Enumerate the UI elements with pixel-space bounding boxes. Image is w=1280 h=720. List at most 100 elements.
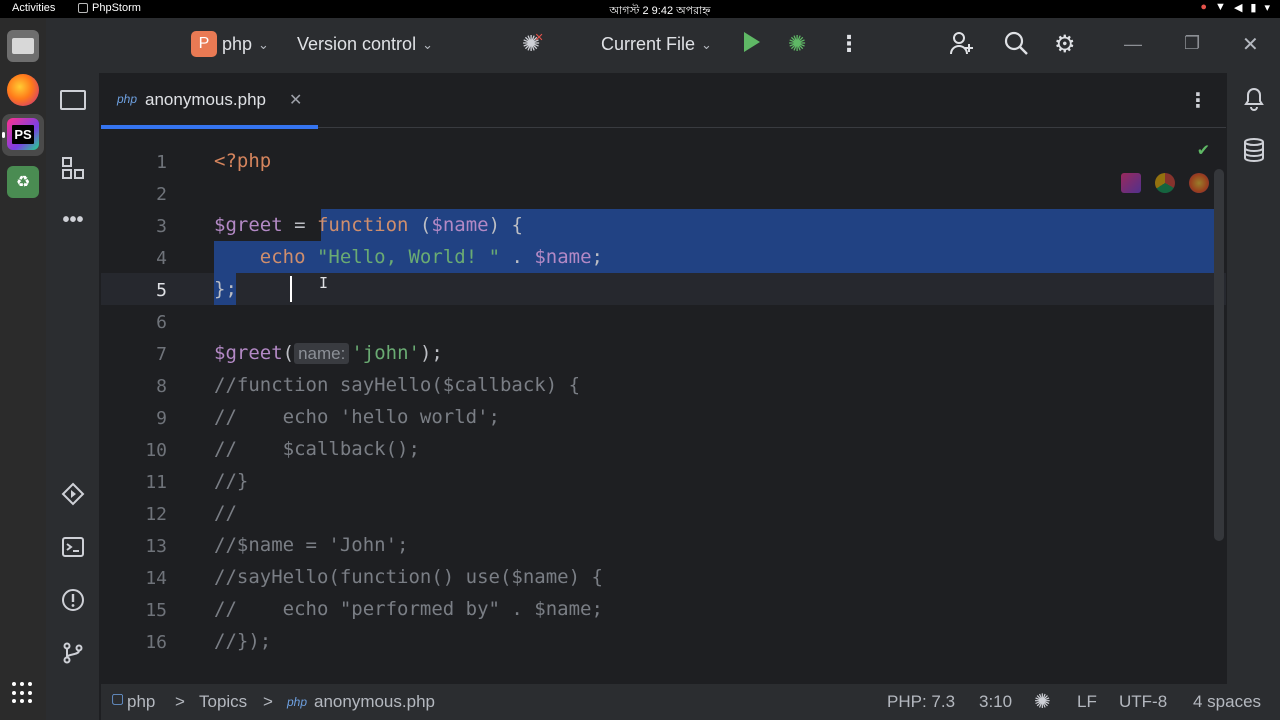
system-tray[interactable]: ● ▼ ◀ ▮ ▾	[1200, 1, 1270, 14]
line-number[interactable]: 15	[117, 600, 167, 621]
php-file-icon: php	[287, 695, 308, 709]
run-icon[interactable]	[744, 32, 760, 52]
code-token: $name	[431, 214, 489, 236]
files-app-icon[interactable]	[7, 30, 39, 62]
parameter-name-hint: name:	[294, 343, 350, 364]
active-app-menu[interactable]: PhpStorm	[78, 2, 141, 14]
phpstorm-browser-icon[interactable]	[1121, 173, 1141, 193]
line-number[interactable]: 4	[117, 248, 167, 269]
search-icon[interactable]	[1003, 30, 1029, 56]
editor-tab-anonymous-php[interactable]: php anonymous.php ✕	[101, 73, 318, 129]
mouse-ibeam-cursor: I	[319, 274, 329, 292]
php-file-icon: php	[117, 92, 138, 106]
indent-setting[interactable]: 4 spaces	[1193, 692, 1261, 712]
terminal-icon[interactable]	[60, 534, 86, 560]
line-number[interactable]: 16	[117, 632, 167, 653]
minimize-window-icon[interactable]: —	[1124, 34, 1142, 55]
code-token: $greet	[214, 342, 283, 364]
debug-listener-icon[interactable]: ✺	[1034, 689, 1051, 714]
add-user-icon[interactable]	[949, 30, 975, 56]
more-tool-windows-icon[interactable]: •••	[60, 207, 86, 233]
debug-icon[interactable]: ✺	[788, 31, 806, 57]
editor-tab-bar: php anonymous.php ✕ ⋮	[101, 73, 1226, 129]
phpstorm-app-icon[interactable]: PS	[7, 118, 39, 150]
firefox-browser-icon[interactable]	[1189, 173, 1209, 193]
code-token: 'john'	[351, 342, 420, 364]
code-token: ) {	[488, 214, 523, 236]
line-number[interactable]: 6	[117, 312, 167, 333]
main-menu-icon[interactable]	[136, 35, 158, 55]
battery-icon: ▮	[1250, 2, 1257, 14]
code-token: (	[408, 214, 432, 236]
line-number[interactable]: 12	[117, 504, 167, 525]
line-number[interactable]: 7	[117, 344, 167, 365]
chevron-down-icon: ⌄	[422, 36, 433, 52]
line-number[interactable]: 5	[117, 280, 167, 301]
php-open-tag: <?php	[214, 150, 272, 172]
code-token: function	[316, 214, 409, 236]
active-app-name: PhpStorm	[92, 2, 141, 14]
notifications-bell-icon[interactable]	[1241, 85, 1267, 111]
chrome-browser-icon[interactable]	[1155, 173, 1175, 193]
restore-window-icon[interactable]: ❐	[1184, 33, 1200, 54]
main-toolbar: P php ⌄ Version control ⌄ ✺ ✕ Current Fil…	[46, 18, 1280, 73]
breadcrumb-file[interactable]: anonymous.php	[314, 692, 435, 712]
activities-button[interactable]: Activities	[12, 2, 55, 14]
show-applications-icon[interactable]	[12, 682, 34, 704]
close-window-icon[interactable]: ✕	[1242, 32, 1259, 57]
line-separator[interactable]: LF	[1077, 692, 1097, 712]
version-control-menu[interactable]: Version control ⌄	[297, 34, 433, 55]
project-selector[interactable]: php ⌄	[222, 34, 269, 55]
system-top-bar: Activities PhpStorm আগস্ট 2 9:42 অপরাহ্ন…	[0, 0, 1280, 18]
code-editor[interactable]: 1 2 3 4 5 6 7 8 9 10 11 12 13 14 15 16 <?php $greet = f…	[101, 129, 1226, 666]
code-line-3: $greet = function ($name) {	[214, 209, 523, 241]
php-language-level[interactable]: PHP: 7.3	[887, 692, 955, 712]
right-tool-strip	[1226, 73, 1280, 720]
caret-position[interactable]: 3:10	[979, 692, 1012, 712]
line-number[interactable]: 8	[117, 376, 167, 397]
tab-options-icon[interactable]: ⋮	[1188, 88, 1208, 113]
no-problems-check-icon[interactable]: ✔	[1198, 139, 1209, 160]
line-number[interactable]: 13	[117, 536, 167, 557]
breadcrumb-project[interactable]: php	[127, 692, 155, 712]
line-number[interactable]: 14	[117, 568, 167, 589]
code-line-10: // $callback();	[214, 438, 420, 460]
debug-listener-icon[interactable]: ✺ ✕	[522, 31, 544, 57]
code-line-14: //sayHello(function() use($name) {	[214, 566, 603, 588]
code-line-16: //});	[214, 630, 272, 652]
code-line-5: };	[214, 273, 237, 305]
project-name: php	[222, 34, 253, 54]
database-icon[interactable]	[1241, 137, 1267, 163]
file-encoding[interactable]: UTF-8	[1119, 692, 1167, 712]
line-number[interactable]: 3	[117, 216, 167, 237]
line-number[interactable]: 10	[117, 440, 167, 461]
vertical-scrollbar[interactable]	[1214, 169, 1224, 541]
left-tool-strip: •••	[46, 73, 100, 720]
line-number[interactable]: 2	[117, 184, 167, 205]
volume-icon: ◀	[1233, 2, 1243, 14]
chevron-down-icon: ⌄	[701, 36, 712, 52]
problems-icon[interactable]	[60, 587, 86, 613]
services-icon[interactable]	[60, 481, 86, 507]
structure-icon[interactable]	[60, 155, 86, 181]
line-number[interactable]: 1	[117, 152, 167, 173]
run-configuration-selector[interactable]: Current File ⌄	[601, 34, 712, 55]
code-token: $name	[534, 246, 592, 268]
project-folder-icon[interactable]	[60, 87, 86, 113]
running-indicator	[2, 132, 5, 138]
firefox-app-icon[interactable]	[7, 74, 39, 106]
trash-icon[interactable]	[7, 166, 39, 198]
close-tab-icon[interactable]: ✕	[289, 90, 302, 110]
breadcrumb-topics[interactable]: Topics	[199, 692, 247, 712]
settings-gear-icon[interactable]: ⚙	[1054, 30, 1076, 59]
line-number[interactable]: 11	[117, 472, 167, 493]
more-actions-icon[interactable]: ⋮	[838, 31, 860, 57]
record-icon: ●	[1200, 1, 1208, 13]
line-number[interactable]: 9	[117, 408, 167, 429]
code-line-1: <?php	[214, 145, 271, 177]
status-bar: ▢ php > Topics > php anonymous.php PHP: …	[101, 684, 1280, 720]
project-badge[interactable]: P	[191, 31, 217, 57]
code-line-11: //}	[214, 470, 249, 492]
git-branch-icon[interactable]	[60, 640, 86, 666]
